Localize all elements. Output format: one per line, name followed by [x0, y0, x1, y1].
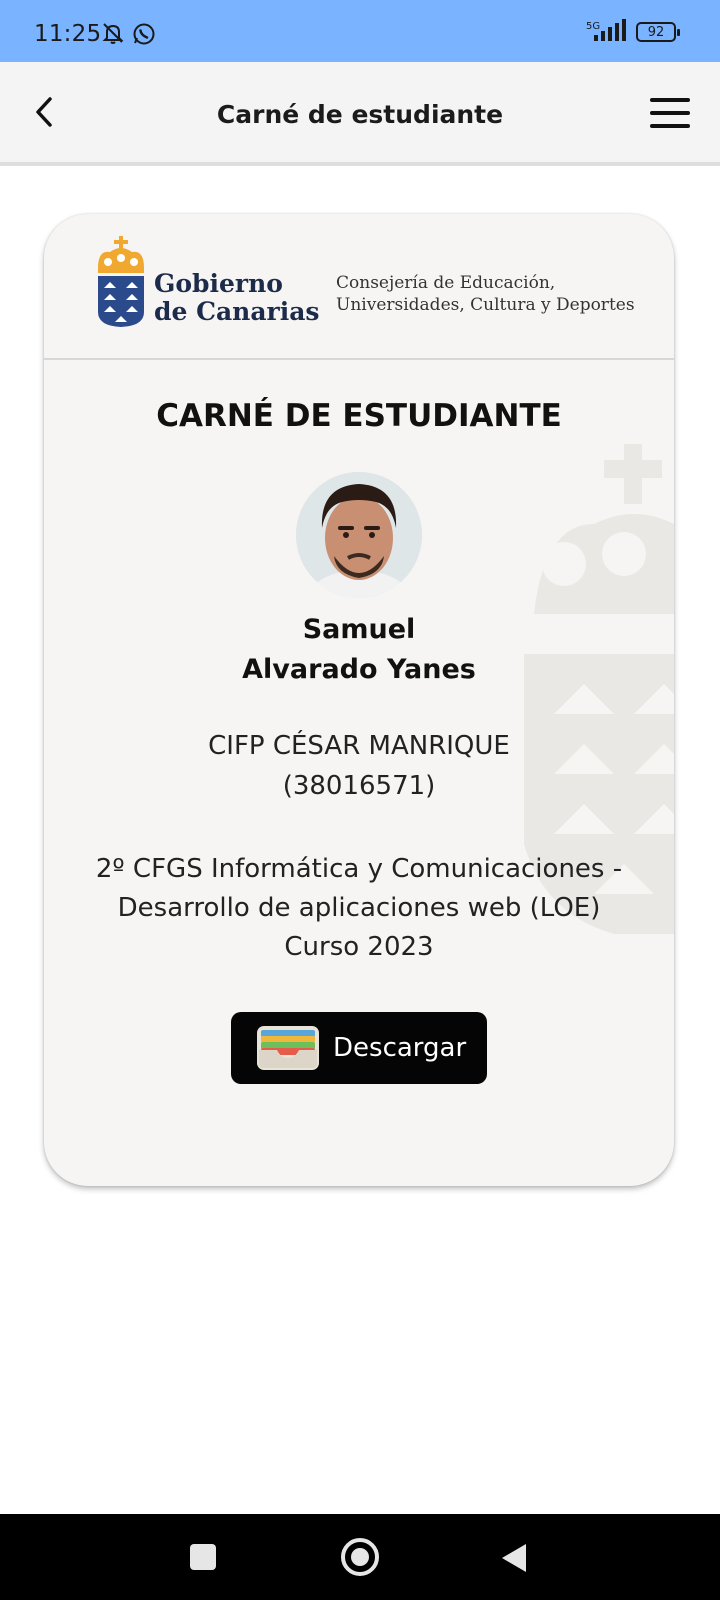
menu-button[interactable] [650, 98, 690, 128]
notifications-off-icon [102, 22, 124, 50]
home-icon[interactable] [341, 1538, 379, 1576]
card-header: Gobierno de Canarias Consejería de Educa… [44, 214, 674, 360]
course-info: 2º CFGS Informática y Comunicaciones - D… [44, 850, 674, 967]
organization-name-line1: Gobierno [154, 269, 283, 298]
avatar [296, 472, 422, 598]
school-info: CIFP CÉSAR MANRIQUE (38016571) [44, 726, 674, 806]
page-title: Carné de estudiante [216, 100, 504, 129]
battery-icon: 92 [636, 22, 680, 42]
system-nav-bar [0, 1514, 720, 1600]
student-first-name: Samuel [302, 614, 416, 645]
course-line2: Desarrollo de aplicaciones web (LOE) [117, 893, 601, 923]
status-right-icons: 92 [592, 19, 680, 45]
download-button[interactable]: Descargar [231, 1012, 487, 1084]
student-name: Samuel Alvarado Yanes [44, 610, 674, 690]
status-left-icons [102, 22, 156, 50]
organization-name: Gobierno de Canarias [154, 270, 320, 326]
signal-icon [592, 19, 626, 45]
status-bar: 11:25 5G 92 [0, 0, 720, 62]
student-last-name: Alvarado Yanes [242, 654, 476, 685]
nav-back-icon[interactable] [502, 1544, 526, 1572]
course-line1: 2º CFGS Informática y Comunicaciones - [95, 854, 623, 884]
organization-name-line2: de Canarias [154, 297, 320, 326]
card-title: CARNÉ DE ESTUDIANTE [156, 398, 562, 434]
hamburger-menu-icon [650, 98, 690, 102]
school-name: CIFP CÉSAR MANRIQUE [208, 731, 510, 761]
department-name: Consejería de Educación, Universidades, … [336, 272, 635, 316]
download-label: Descargar [333, 1033, 467, 1063]
course-year: Curso 2023 [284, 932, 434, 962]
student-photo [296, 472, 422, 598]
status-time: 11:25 [34, 21, 102, 47]
school-code: (38016571) [282, 771, 436, 801]
department-line1: Consejería de Educación, [336, 273, 556, 293]
gobierno-canarias-crest-icon [98, 236, 144, 327]
app-header: Carné de estudiante [0, 62, 720, 166]
whatsapp-icon [132, 22, 156, 50]
student-card: Gobierno de Canarias Consejería de Educa… [44, 214, 674, 1186]
department-line2: Universidades, Cultura y Deportes [336, 295, 635, 315]
wallet-icon [257, 1026, 319, 1070]
battery-level: 92 [647, 24, 665, 40]
recent-apps-icon[interactable] [190, 1544, 216, 1570]
